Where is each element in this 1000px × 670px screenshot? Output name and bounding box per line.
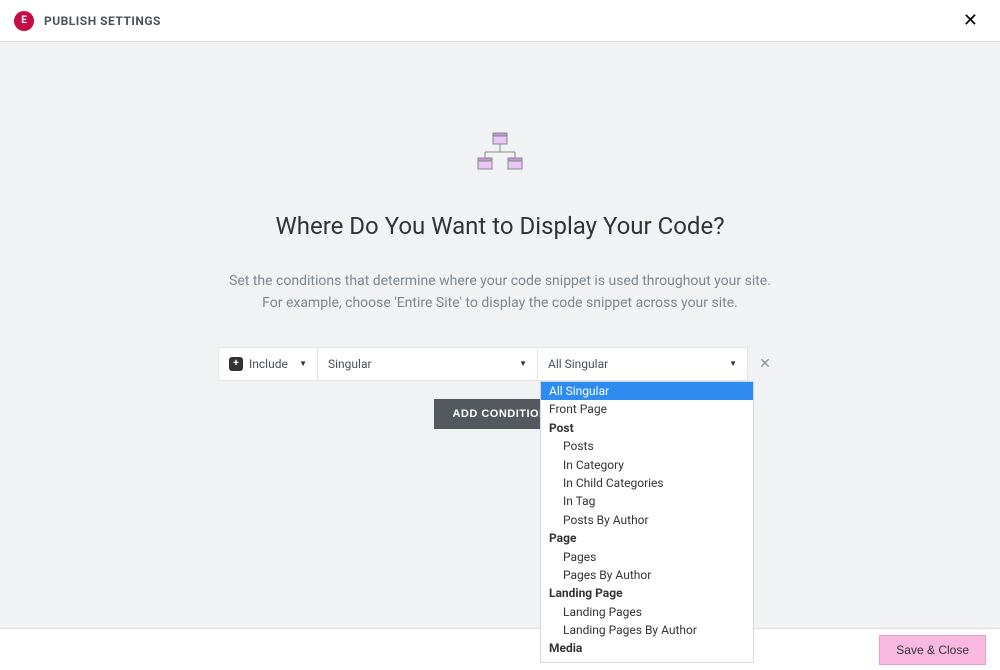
dropdown-group: Page — [541, 529, 753, 547]
dropdown-option[interactable]: Pages — [541, 548, 753, 566]
page-subtext-2: For example, choose 'Entire Site' to dis… — [0, 292, 1000, 314]
body-area: Where Do You Want to Display Your Code? … — [0, 42, 1000, 628]
dropdown-option[interactable]: All Singular — [541, 382, 753, 400]
dropdown-group: Landing Page — [541, 584, 753, 602]
condition-row: + Include ▼ Singular ▼ All Singular ▼ ✕ — [0, 347, 1000, 381]
dropdown-option[interactable]: Landing Pages — [541, 603, 753, 621]
dropdown-group: Post — [541, 419, 753, 437]
chevron-down-icon: ▼ — [519, 359, 527, 368]
target-dropdown[interactable]: All SingularFront PagePostPostsIn Catego… — [540, 381, 754, 663]
page-subtext-1: Set the conditions that determine where … — [0, 270, 1000, 292]
add-condition-row: ADD CONDITION — [0, 399, 1000, 429]
include-select-label: Include — [249, 357, 288, 371]
type-select-label: Singular — [328, 357, 372, 371]
dropdown-option[interactable]: Front Page — [541, 400, 753, 418]
close-icon[interactable]: ✕ — [955, 6, 986, 35]
dropdown-option[interactable]: Posts By Author — [541, 511, 753, 529]
page-heading: Where Do You Want to Display Your Code? — [0, 212, 1000, 240]
sitemap-icon — [477, 132, 523, 172]
header-title: PUBLISH SETTINGS — [44, 14, 161, 28]
chevron-down-icon: ▼ — [729, 359, 737, 368]
dropdown-option[interactable]: Landing Pages By Author — [541, 621, 753, 639]
dropdown-option[interactable]: Posts — [541, 437, 753, 455]
dropdown-option[interactable]: Pages By Author — [541, 566, 753, 584]
elementor-logo: E — [14, 11, 34, 31]
footer-bar: Save & Close — [0, 628, 1000, 670]
dropdown-group: Media — [541, 639, 753, 657]
plus-icon: + — [229, 357, 243, 371]
dropdown-option[interactable]: Media — [541, 658, 753, 663]
dropdown-option[interactable]: In Child Categories — [541, 474, 753, 492]
conditions-illustration — [0, 132, 1000, 172]
chevron-down-icon: ▼ — [299, 359, 307, 368]
dropdown-option[interactable]: In Tag — [541, 492, 753, 510]
header-bar: E PUBLISH SETTINGS ✕ — [0, 0, 1000, 42]
target-select-label: All Singular — [548, 357, 608, 371]
dropdown-option[interactable]: In Category — [541, 456, 753, 474]
target-select[interactable]: All Singular ▼ — [538, 347, 748, 381]
save-close-button[interactable]: Save & Close — [879, 635, 986, 665]
remove-condition-icon[interactable]: ✕ — [748, 347, 782, 381]
type-select[interactable]: Singular ▼ — [318, 347, 538, 381]
header-left: E PUBLISH SETTINGS — [14, 11, 161, 31]
include-select[interactable]: + Include ▼ — [218, 347, 318, 381]
